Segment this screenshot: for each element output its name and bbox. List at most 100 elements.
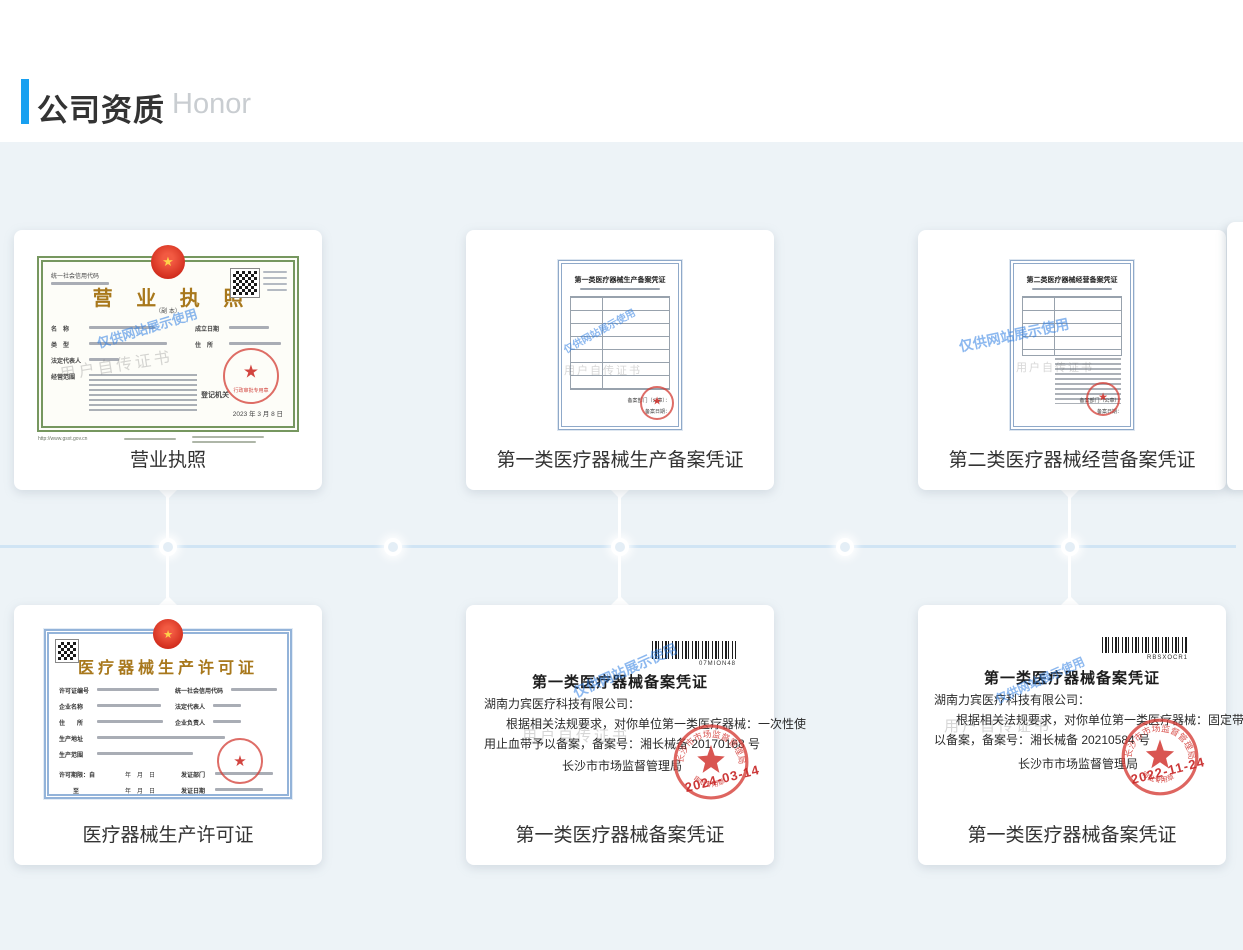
red-stamp: ★	[1086, 382, 1120, 416]
field-address-label: 住 所	[195, 340, 213, 349]
cert-title: 第二类医疗器械经营备案凭证	[1014, 275, 1130, 285]
card-caption: 营业执照	[14, 445, 322, 472]
certificate-card-production-license[interactable]: ★ 医疗器械生产许可证 许可证编号 统一社会信用代码 企业名称 法定代表人 住 …	[14, 605, 322, 865]
star-icon: ★	[233, 752, 246, 770]
qr-code	[231, 269, 259, 297]
card-caption: 第一类医疗器械备案凭证	[918, 820, 1226, 847]
text-line-placeholder	[263, 271, 287, 273]
section-header: 公司资质 Honor	[0, 0, 1243, 142]
text-line-placeholder	[124, 438, 176, 440]
red-stamp: ★	[217, 738, 263, 784]
license-no-label: 许可证编号	[59, 686, 89, 695]
star-icon: ★	[652, 394, 662, 407]
issue-date: 2023 年 3 月 8 日	[233, 408, 283, 418]
certificate-card-business-license[interactable]: ★ 营 业 执 照 （副 本） 统一社会信用代码 名 称 类 型 法定代表人 经…	[14, 230, 322, 490]
cert-title: 第一类医疗器械生产备案凭证	[562, 275, 678, 285]
text-line-placeholder	[263, 283, 287, 285]
national-emblem-icon: ★	[153, 619, 183, 649]
barcode-code: 07MION48	[699, 661, 736, 667]
partial-card[interactable]	[1227, 222, 1243, 490]
certificate-image: 第二类医疗器械经营备案凭证 备案部门（公章）： 备案日期： ★ 用户自传证书	[1010, 260, 1134, 430]
timeline-dot	[611, 538, 629, 556]
star-icon: ★	[1098, 390, 1108, 403]
cert-title: 医疗器械生产许可证	[49, 654, 287, 678]
national-emblem-icon: ★	[151, 245, 185, 279]
cert-footer-url: http://www.gsxt.gov.cn	[38, 436, 87, 442]
connector-arrow-up	[159, 596, 177, 605]
issuer-label: 发证部门	[181, 770, 205, 779]
page-subtitle: Honor	[172, 88, 251, 121]
license-image: ★ 医疗器械生产许可证 许可证编号 统一社会信用代码 企业名称 法定代表人 住 …	[44, 629, 292, 799]
ymd-label: 年 月 日	[125, 786, 155, 795]
business-license-image: ★ 营 业 执 照 （副 本） 统一社会信用代码 名 称 类 型 法定代表人 经…	[37, 256, 299, 432]
text-line-placeholder	[97, 720, 163, 723]
cert-company: 湖南力宾医疗科技有限公司：	[484, 695, 640, 712]
validity-from-label: 许可期限：自	[59, 770, 95, 779]
credit-code-label: 统一社会信用代码	[175, 686, 223, 695]
cert-authority: 长沙市市场监督管理局	[562, 757, 682, 774]
text-line-placeholder	[213, 720, 241, 723]
text-line-placeholder	[267, 289, 287, 291]
barcode	[1102, 637, 1188, 653]
card-caption: 第二类医疗器械经营备案凭证	[918, 445, 1226, 472]
certificates-section: ★ 营 业 执 照 （副 本） 统一社会信用代码 名 称 类 型 法定代表人 经…	[0, 142, 1243, 950]
text-line-placeholder	[97, 736, 225, 739]
red-stamp: 长沙市市场监督管理局 审批专用章 1-3	[672, 723, 750, 801]
field-name-label: 名 称	[51, 324, 69, 333]
text-line-placeholder	[51, 282, 109, 285]
text-line-placeholder	[231, 688, 277, 691]
certificate-card-class1-production-record[interactable]: 第一类医疗器械生产备案凭证 备案部门（公章）： 备案日期： ★ 仅供网站展示使用…	[466, 230, 774, 490]
timeline-dot	[1061, 538, 1079, 556]
text-block-placeholder	[89, 374, 197, 412]
certificate-image: 第一类医疗器械生产备案凭证 备案部门（公章）： 备案日期： ★ 仅供网站展示使用…	[558, 260, 682, 430]
certificate-card-class1-record-2[interactable]: RBSXOCR1 第一类医疗器械备案凭证 湖南力宾医疗科技有限公司： 根据相关法…	[918, 605, 1226, 865]
field-established-label: 成立日期	[195, 324, 219, 333]
text-line-placeholder	[97, 688, 159, 691]
watermark-user-upload: 用户自传证书	[944, 715, 1052, 736]
text-line-placeholder	[229, 342, 281, 345]
certificate-card-class2-operation-record[interactable]: 第二类医疗器械经营备案凭证 备案部门（公章）： 备案日期： ★ 用户自传证书 仅…	[918, 230, 1226, 490]
star-icon: ★	[243, 361, 259, 382]
red-stamp: ★ 行政审批专用章	[223, 348, 279, 404]
text-line-placeholder	[192, 436, 264, 438]
connector-arrow-up	[611, 596, 629, 605]
card-caption: 第一类医疗器械备案凭证	[466, 820, 774, 847]
scope-label: 生产范围	[59, 750, 83, 759]
legal-label: 法定代表人	[175, 702, 205, 711]
red-stamp: ★	[640, 386, 674, 420]
text-line-placeholder	[580, 288, 660, 290]
issue-date-label: 发证日期	[181, 786, 205, 795]
text-line-placeholder	[229, 326, 269, 329]
text-line-placeholder	[263, 277, 287, 279]
manager-label: 企业负责人	[175, 718, 205, 727]
timeline-dot	[836, 538, 854, 556]
watermark-user-upload: 用户自传证书	[1016, 359, 1094, 375]
validity-to-label: 至	[73, 786, 79, 795]
timeline-dot	[159, 538, 177, 556]
watermark-user-upload: 用户自传证书	[522, 725, 630, 746]
prod-address-label: 生产地址	[59, 734, 83, 743]
text-line-placeholder	[97, 704, 161, 707]
card-caption: 第一类医疗器械生产备案凭证	[466, 445, 774, 472]
certificate-card-class1-record-1[interactable]: 07MION48 第一类医疗器械备案凭证 湖南力宾医疗科技有限公司： 根据相关法…	[466, 605, 774, 865]
watermark-user-upload: 用户自传证书	[564, 362, 642, 378]
field-type-label: 类 型	[51, 340, 69, 349]
barcode-code: RBSXOCR1	[1147, 655, 1188, 661]
company-label: 企业名称	[59, 702, 83, 711]
text-line-placeholder	[192, 441, 256, 443]
card-caption: 医疗器械生产许可证	[14, 820, 322, 847]
star-icon	[697, 745, 724, 773]
credit-code-label: 统一社会信用代码	[51, 271, 99, 280]
accent-bar	[21, 79, 29, 124]
stamp-caption: 行政审批专用章	[225, 387, 277, 394]
text-line-placeholder	[1032, 288, 1112, 290]
timeline-dot	[384, 538, 402, 556]
address-label: 住 所	[59, 718, 83, 727]
text-line-placeholder	[213, 704, 241, 707]
ymd-label: 年 月 日	[125, 770, 155, 779]
text-line-placeholder	[215, 788, 263, 791]
text-line-placeholder	[97, 752, 193, 755]
honor-page: 公司资质 Honor ★ 营 业 执 照 （副 本） 统一社会信用代码	[0, 0, 1243, 950]
connector-arrow-up	[1061, 596, 1079, 605]
page-title: 公司资质	[37, 85, 165, 130]
